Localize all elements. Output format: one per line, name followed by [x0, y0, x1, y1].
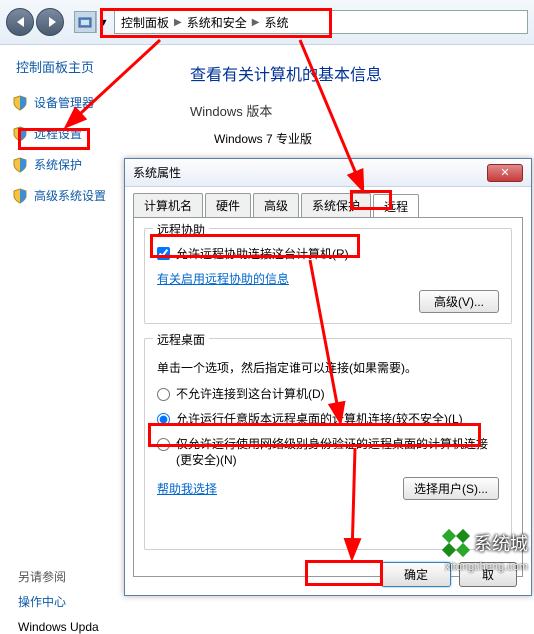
tab-hardware[interactable]: 硬件 [205, 193, 251, 217]
opt-nla-label: 仅允许运行使用网络级别身份验证的远程桌面的计算机连接(更安全)(N) [176, 436, 499, 470]
shield-icon [12, 126, 28, 142]
address-dropdown[interactable]: ▾ [96, 11, 110, 33]
opt-any-label: 允许运行任意版本远程桌面的计算机连接(较不安全)(L) [176, 411, 463, 428]
diamond-icon [442, 543, 456, 557]
tab-advanced[interactable]: 高级 [253, 193, 299, 217]
group-legend: 远程协助 [153, 221, 209, 238]
breadcrumb[interactable]: 控制面板 ▶ 系统和安全 ▶ 系统 [114, 10, 528, 34]
tab-body-remote: 远程协助 允许远程协助连接这台计算机(R) 有关启用远程协助的信息 高级(V).… [133, 217, 523, 577]
dialog-titlebar[interactable]: 系统属性 ✕ [125, 159, 531, 187]
version-value: Windows 7 专业版 [190, 130, 524, 147]
sidebar-label: 高级系统设置 [34, 187, 106, 204]
opt-deny-row: 不允许连接到这台计算机(D) [157, 386, 499, 403]
diamond-icon [456, 543, 470, 557]
allow-assist-row: 允许远程协助连接这台计算机(R) [157, 239, 499, 262]
opt-nla-radio[interactable] [157, 438, 170, 451]
page-title: 查看有关计算机的基本信息 [190, 61, 524, 85]
address-icon[interactable] [74, 11, 96, 33]
explorer-header: ▾ 控制面板 ▶ 系统和安全 ▶ 系统 [0, 0, 534, 45]
tab-strip: 计算机名 硬件 高级 系统保护 远程 [125, 187, 531, 217]
tab-computer-name[interactable]: 计算机名 [133, 193, 203, 217]
shield-icon [12, 157, 28, 173]
crumb-2[interactable]: 系统 [264, 14, 288, 31]
diamond-icon [456, 529, 470, 543]
tab-remote[interactable]: 远程 [373, 194, 419, 218]
dialog-title-text: 系统属性 [133, 164, 181, 181]
nav-forward-button[interactable] [36, 8, 64, 36]
sidebar-home-link[interactable]: 控制面板主页 [10, 57, 170, 76]
close-button[interactable]: ✕ [487, 164, 523, 182]
sidebar-label: 远程设置 [34, 125, 82, 142]
ok-button[interactable]: 确定 [381, 562, 451, 587]
select-users-button[interactable]: 选择用户(S)... [403, 477, 499, 500]
shield-icon [12, 95, 28, 111]
advanced-button[interactable]: 高级(V)... [419, 290, 499, 313]
assist-info-link[interactable]: 有关启用远程协助的信息 [157, 270, 499, 287]
opt-any-row: 允许运行任意版本远程桌面的计算机连接(较不安全)(L) [157, 411, 499, 428]
nav-back-button[interactable] [6, 8, 34, 36]
crumb-0[interactable]: 控制面板 [121, 14, 169, 31]
sidebar-label: 设备管理器 [34, 94, 94, 111]
opt-nla-row: 仅允许运行使用网络级别身份验证的远程桌面的计算机连接(更安全)(N) [157, 436, 499, 470]
desktop-desc: 单击一个选项，然后指定谁可以连接(如果需要)。 [157, 353, 499, 376]
remote-assistance-group: 远程协助 允许远程协助连接这台计算机(R) 有关启用远程协助的信息 高级(V).… [144, 228, 512, 324]
opt-deny-label: 不允许连接到这台计算机(D) [176, 386, 325, 403]
watermark-text: 系统城 [474, 530, 528, 556]
opt-any-radio[interactable] [157, 413, 170, 426]
group-legend: 远程桌面 [153, 331, 209, 348]
tab-system-protection[interactable]: 系统保护 [301, 193, 371, 217]
diamond-icon [442, 529, 456, 543]
help-choose-link[interactable]: 帮助我选择 [157, 480, 217, 497]
sidebar-item-device-manager[interactable]: 设备管理器 [10, 90, 170, 115]
remote-desktop-group: 远程桌面 单击一个选项，然后指定谁可以连接(如果需要)。 不允许连接到这台计算机… [144, 338, 512, 550]
crumb-1[interactable]: 系统和安全 [187, 14, 247, 31]
allow-assist-label: 允许远程协助连接这台计算机(R) [176, 245, 349, 262]
sidebar-item-remote-settings[interactable]: 远程设置 [10, 121, 170, 146]
watermark: 系统城 [442, 529, 528, 557]
allow-assist-checkbox[interactable] [157, 247, 170, 260]
watermark-url: xitongcheng.com [445, 561, 528, 573]
crumb-sep-icon: ▶ [174, 17, 182, 28]
sidebar-label: 系统保护 [34, 156, 82, 173]
opt-deny-radio[interactable] [157, 388, 170, 401]
shield-icon [12, 188, 28, 204]
crumb-sep-icon: ▶ [252, 17, 260, 28]
close-icon: ✕ [500, 166, 509, 179]
version-heading: Windows 版本 [190, 101, 524, 120]
windows-update-link[interactable]: Windows Upda [10, 620, 170, 634]
